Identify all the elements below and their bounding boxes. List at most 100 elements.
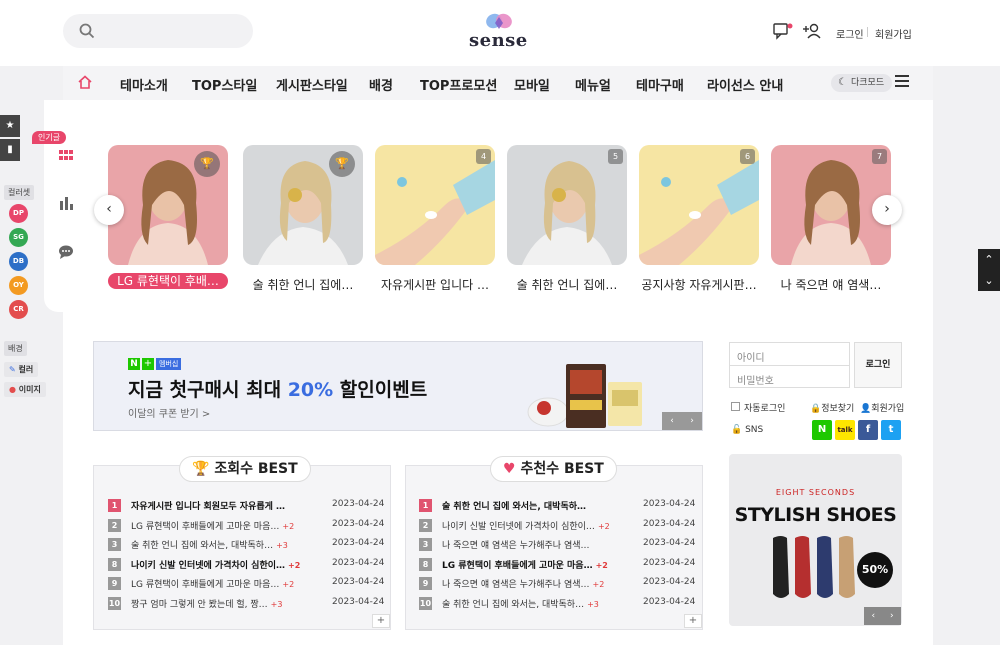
best-list-item[interactable]: 9 LG 류현택이 후배들에게 고마운 마음… +2 2023-04-24: [108, 575, 388, 591]
color-swatch-db[interactable]: DB: [9, 252, 28, 271]
grid-icon[interactable]: [58, 149, 74, 163]
carousel-title-1[interactable]: LG 류현택이 후배…: [108, 273, 228, 289]
add-friend-icon[interactable]: [802, 22, 822, 40]
nav-item-theme-purchase[interactable]: 테마구매: [636, 75, 684, 94]
facebook-login-icon[interactable]: f: [858, 420, 878, 440]
best-list-item[interactable]: 2 LG 류현택이 후배들에게 고마운 마음… +2 2023-04-24: [108, 517, 388, 533]
carousel-card-2[interactable]: 🏆: [243, 145, 363, 265]
carousel-title-3[interactable]: 자유게시판 입니다 …: [375, 276, 495, 293]
bg-image-button[interactable]: ● 이미지: [4, 382, 46, 397]
carousel-card-5[interactable]: 6: [639, 145, 759, 265]
nav-item-top-style[interactable]: TOP스타일: [192, 75, 257, 94]
naver-login-icon[interactable]: N: [812, 420, 832, 440]
post-title[interactable]: LG 류현택이 후배들에게 고마운 마음… +2: [131, 577, 307, 590]
post-title[interactable]: 술 취한 언니 집에 와서는, 대박독하…: [442, 499, 618, 512]
login-link[interactable]: 로그인: [836, 26, 864, 41]
bookmark-icon[interactable]: ▮: [0, 139, 20, 161]
banner-prev-icon[interactable]: ‹: [670, 416, 674, 426]
comment-icon[interactable]: [58, 244, 74, 260]
hamburger-menu-icon[interactable]: [895, 75, 909, 87]
ad-nav[interactable]: ‹ ›: [864, 607, 901, 625]
comment-count: +3: [270, 600, 283, 609]
best-list-item[interactable]: 9 나 죽으면 얘 염색은 누가해주나 염색… +2 2023-04-24: [419, 575, 699, 591]
nav-item-license[interactable]: 라이선스 안내: [707, 75, 783, 94]
nav-item-manual[interactable]: 메뉴얼: [575, 75, 611, 94]
login-button[interactable]: 로그인: [854, 342, 902, 388]
kakao-login-icon[interactable]: talk: [835, 420, 855, 440]
home-icon[interactable]: [77, 74, 93, 90]
bar-chart-icon[interactable]: [58, 195, 74, 211]
promo-banner[interactable]: N + 멤버십 지금 첫구매시 최대 20% 할인이벤트 이달의 쿠폰 받기 >…: [93, 341, 703, 431]
carousel-card-4[interactable]: 5: [507, 145, 627, 265]
post-title[interactable]: 술 취한 언니 집에 와서는, 대박독하… +3: [442, 597, 618, 610]
color-swatch-dp[interactable]: DP: [9, 204, 28, 223]
best-list-item[interactable]: 1 자유게시판 입니다 회원모두 자유롭게 … 2023-04-24: [108, 497, 388, 513]
post-title[interactable]: 나 죽으면 얘 염색은 누가해주나 염색…: [442, 538, 618, 551]
carousel-card-3[interactable]: 4: [375, 145, 495, 265]
shoes-ad[interactable]: EIGHT SECONDS STYLISH SHOES 50% ‹ ›: [729, 454, 902, 626]
nav-item-top-promotion[interactable]: TOP프로모션: [420, 75, 497, 94]
rank-badge-7: 7: [872, 149, 887, 164]
carousel-card-1[interactable]: 🏆: [108, 145, 228, 265]
best-list-item[interactable]: 1 술 취한 언니 집에 와서는, 대박독하… 2023-04-24: [419, 497, 699, 513]
search-input[interactable]: [63, 14, 253, 48]
coupon-link[interactable]: 이달의 쿠폰 받기 >: [128, 405, 210, 420]
nav-item-mobile[interactable]: 모바일: [514, 75, 550, 94]
best-list-item[interactable]: 2 나이키 신발 인터넷에 가격차이 심한이… +2 2023-04-24: [419, 517, 699, 533]
rank-number: 9: [419, 577, 432, 590]
post-date: 2023-04-24: [643, 558, 696, 568]
best-list-item[interactable]: 3 술 취한 언니 집에 와서는, 대박독하… +3 2023-04-24: [108, 536, 388, 552]
signup-small-link[interactable]: 👤회원가입: [860, 401, 904, 414]
post-title[interactable]: 나 죽으면 얘 염색은 누가해주나 염색… +2: [442, 577, 618, 590]
food-products-image: [527, 364, 642, 428]
person-icon: 👤: [860, 404, 872, 414]
color-swatch-sg[interactable]: SG: [9, 228, 28, 247]
color-swatch-oy[interactable]: OY: [9, 276, 28, 295]
best-list-item[interactable]: 3 나 죽으면 얘 염색은 누가해주나 염색… 2023-04-24: [419, 536, 699, 552]
carousel-title-2[interactable]: 술 취한 언니 집에…: [243, 276, 363, 293]
favorite-star-icon[interactable]: ★: [0, 115, 20, 137]
banner-nav[interactable]: ‹ ›: [662, 412, 702, 430]
auto-login-checkbox[interactable]: [731, 402, 740, 411]
nav-item-theme-intro[interactable]: 테마소개: [120, 75, 168, 94]
shoes-image: [773, 536, 855, 598]
find-info-link[interactable]: 🔒정보찾기: [810, 401, 854, 414]
signup-link[interactable]: 회원가입: [875, 26, 912, 41]
color-swatch-cr[interactable]: CR: [9, 300, 28, 319]
carousel-prev-icon[interactable]: ‹: [94, 195, 124, 225]
best-views-more-icon[interactable]: +: [372, 614, 390, 628]
scroll-down-icon[interactable]: ⌄: [978, 270, 1000, 291]
ad-prev-icon[interactable]: ‹: [871, 611, 875, 621]
ad-next-icon[interactable]: ›: [890, 611, 894, 621]
post-title[interactable]: LG 류현택이 후배들에게 고마운 마음… +2: [442, 558, 618, 571]
post-title[interactable]: 나이키 신발 인터넷에 가격차이 심한이… +2: [131, 558, 307, 571]
post-title[interactable]: 자유게시판 입니다 회원모두 자유롭게 …: [131, 499, 307, 512]
dark-mode-toggle[interactable]: ☾ 다크모드: [831, 74, 893, 92]
membership-tag: N + 멤버십: [128, 358, 182, 370]
banner-next-icon[interactable]: ›: [690, 416, 694, 426]
nav-item-board-style[interactable]: 게시판스타일: [276, 75, 348, 94]
comment-count: +2: [282, 580, 295, 589]
nav-item-background[interactable]: 배경: [369, 75, 393, 94]
post-title[interactable]: 술 취한 언니 집에 와서는, 대박독하… +3: [131, 538, 307, 551]
bg-color-button[interactable]: ✎ 컬러: [4, 362, 39, 377]
best-list-item[interactable]: 10 술 취한 언니 집에 와서는, 대박독하… +3 2023-04-24: [419, 595, 699, 611]
carousel-title-4[interactable]: 술 취한 언니 집에…: [507, 276, 627, 293]
chat-icon[interactable]: [773, 22, 793, 40]
carousel-title-5[interactable]: 공지사항 자유게시판…: [639, 276, 759, 293]
post-title[interactable]: LG 류현택이 후배들에게 고마운 마음… +2: [131, 519, 307, 532]
best-list-item[interactable]: 8 LG 류현택이 후배들에게 고마운 마음… +2 2023-04-24: [419, 556, 699, 572]
rank-number: 10: [108, 597, 121, 610]
post-title[interactable]: 나이키 신발 인터넷에 가격차이 심한이… +2: [442, 519, 618, 532]
password-field[interactable]: 비밀번호: [730, 366, 849, 389]
best-recommend-more-icon[interactable]: +: [684, 614, 702, 628]
site-logo[interactable]: sense: [469, 12, 529, 52]
best-list-item[interactable]: 10 짱구 엄마 그렇게 안 봤는데 헐, 짱… +3 2023-04-24: [108, 595, 388, 611]
carousel-title-6[interactable]: 나 죽으면 얘 염색…: [771, 276, 891, 293]
best-list-item[interactable]: 8 나이키 신발 인터넷에 가격차이 심한이… +2 2023-04-24: [108, 556, 388, 572]
scroll-up-icon[interactable]: ⌃: [978, 249, 1000, 270]
twitter-login-icon[interactable]: t: [881, 420, 901, 440]
carousel-next-icon[interactable]: ›: [872, 195, 902, 225]
id-field[interactable]: 아이디: [730, 343, 849, 366]
post-title[interactable]: 짱구 엄마 그렇게 안 봤는데 헐, 짱… +3: [131, 597, 307, 610]
